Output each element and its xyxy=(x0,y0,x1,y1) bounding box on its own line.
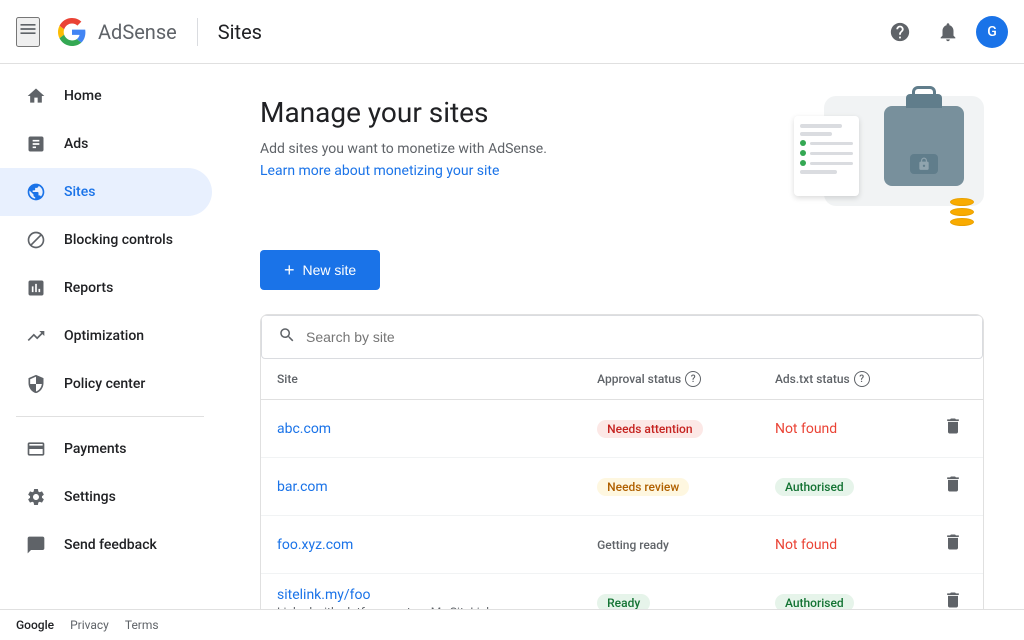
sidebar-ads-label: Ads xyxy=(64,136,88,152)
sidebar-item-blocking[interactable]: Blocking controls xyxy=(0,216,212,264)
optimization-icon xyxy=(24,326,48,346)
approval-badge: Ready xyxy=(597,594,650,610)
main-content: Manage your sites Add sites you want to … xyxy=(220,64,1024,609)
ads-txt-status: Not found xyxy=(775,537,837,553)
sidebar-item-optimization[interactable]: Optimization xyxy=(0,312,212,360)
block-icon xyxy=(24,230,48,250)
sites-table: Site Approval status ? Ads.txt stat xyxy=(261,359,983,609)
delete-site-button[interactable] xyxy=(939,412,967,445)
ads-txt-status: Authorised xyxy=(775,594,854,610)
hero-section: Manage your sites Add sites you want to … xyxy=(260,96,984,226)
sidebar-policy-label: Policy center xyxy=(64,376,145,392)
approval-badge: Needs review xyxy=(597,478,689,496)
menu-icon[interactable] xyxy=(16,17,40,47)
ads-txt-status: Authorised xyxy=(775,478,854,496)
sidebar: Home Ads Sites Blocking controls Reports xyxy=(0,64,220,609)
site-link[interactable]: abc.com xyxy=(277,421,331,437)
feedback-icon xyxy=(24,535,48,555)
sites-icon xyxy=(24,182,48,202)
search-icon xyxy=(278,326,296,349)
site-link[interactable]: foo.xyz.com xyxy=(277,537,353,553)
approval-badge: Getting ready xyxy=(597,536,679,554)
hero-text: Manage your sites Add sites you want to … xyxy=(260,96,547,179)
header-actions: G xyxy=(880,12,1008,52)
logo: AdSense xyxy=(52,18,177,46)
sidebar-item-sites[interactable]: Sites xyxy=(0,168,212,216)
col-ads-txt: Ads.txt status ? xyxy=(759,359,923,400)
sidebar-feedback-label: Send feedback xyxy=(64,537,157,553)
help-button[interactable] xyxy=(880,12,920,52)
sidebar-settings-label: Settings xyxy=(64,489,116,505)
sidebar-item-reports[interactable]: Reports xyxy=(0,264,212,312)
delete-site-button[interactable] xyxy=(939,528,967,561)
ads-txt-info-icon[interactable]: ? xyxy=(854,371,870,387)
sidebar-reports-label: Reports xyxy=(64,280,113,296)
sidebar-item-payments[interactable]: Payments xyxy=(0,425,212,473)
hero-title: Manage your sites xyxy=(260,96,547,129)
approval-info-icon[interactable]: ? xyxy=(685,371,701,387)
sidebar-item-settings[interactable]: Settings xyxy=(0,473,212,521)
sidebar-item-ads[interactable]: Ads xyxy=(0,120,212,168)
home-icon xyxy=(24,86,48,106)
sidebar-payments-label: Payments xyxy=(64,441,127,457)
header-divider xyxy=(197,18,198,46)
table-row: abc.com Needs attention Not found xyxy=(261,400,983,458)
search-bar xyxy=(261,315,983,359)
hero-illustration xyxy=(784,96,984,226)
table-row: bar.com Needs review Authorised xyxy=(261,458,983,516)
illus-briefcase xyxy=(884,106,964,186)
sidebar-item-home[interactable]: Home xyxy=(0,72,212,120)
google-logo-icon xyxy=(52,18,92,46)
col-actions xyxy=(923,359,983,400)
sidebar-item-policy[interactable]: Policy center xyxy=(0,360,212,408)
app-header: AdSense Sites G xyxy=(0,0,1024,64)
col-site: Site xyxy=(261,359,581,400)
policy-icon xyxy=(24,374,48,394)
site-link[interactable]: sitelink.my/foo xyxy=(277,587,370,603)
table-row: sitelink.my/fooLinked with platform part… xyxy=(261,574,983,610)
delete-icon xyxy=(943,532,963,552)
sidebar-blocking-label: Blocking controls xyxy=(64,232,173,248)
site-link[interactable]: bar.com xyxy=(277,479,328,495)
new-site-label: New site xyxy=(303,262,357,278)
hero-desc: Add sites you want to monetize with AdSe… xyxy=(260,141,547,157)
illus-case-handle xyxy=(912,86,936,100)
sites-table-container: Site Approval status ? Ads.txt stat xyxy=(260,314,984,609)
sidebar-home-label: Home xyxy=(64,88,102,104)
page-footer: Google Privacy Terms xyxy=(0,609,1024,640)
ads-txt-status: Not found xyxy=(775,421,837,437)
sidebar-sites-label: Sites xyxy=(64,184,95,200)
col-approval: Approval status ? xyxy=(581,359,759,400)
avatar[interactable]: G xyxy=(976,16,1008,48)
reports-icon xyxy=(24,278,48,298)
logo-adsense-text: AdSense xyxy=(98,20,177,44)
notifications-button[interactable] xyxy=(928,12,968,52)
settings-icon xyxy=(24,487,48,507)
page-title: Sites xyxy=(218,20,262,44)
delete-icon xyxy=(943,590,963,609)
sidebar-item-feedback[interactable]: Send feedback xyxy=(0,521,212,569)
search-input[interactable] xyxy=(306,329,966,345)
footer-google: Google xyxy=(16,618,54,632)
payments-icon xyxy=(24,439,48,459)
plus-icon: + xyxy=(284,260,295,281)
footer-privacy[interactable]: Privacy xyxy=(70,618,109,632)
ads-icon xyxy=(24,134,48,154)
illus-coins xyxy=(950,198,974,226)
approval-badge: Needs attention xyxy=(597,420,702,438)
delete-site-button[interactable] xyxy=(939,586,967,609)
hero-link[interactable]: Learn more about monetizing your site xyxy=(260,163,499,179)
delete-icon xyxy=(943,474,963,494)
illus-document xyxy=(794,116,859,196)
table-row: foo.xyz.com Getting ready Not found xyxy=(261,516,983,574)
sidebar-optimization-label: Optimization xyxy=(64,328,144,344)
main-layout: Home Ads Sites Blocking controls Reports xyxy=(0,64,1024,609)
new-site-button[interactable]: + New site xyxy=(260,250,380,290)
delete-site-button[interactable] xyxy=(939,470,967,503)
footer-terms[interactable]: Terms xyxy=(125,618,159,632)
delete-icon xyxy=(943,416,963,436)
